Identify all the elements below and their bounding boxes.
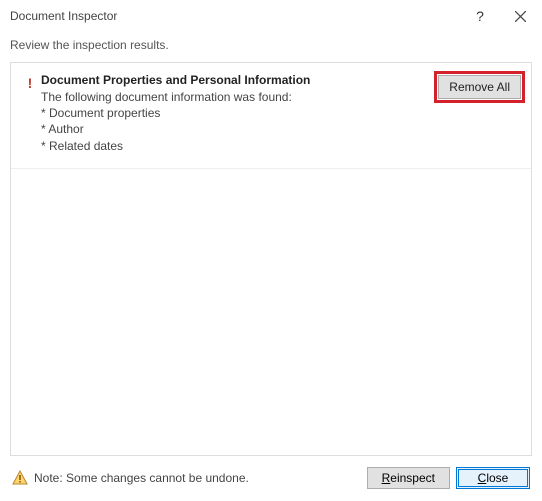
close-button[interactable]: Close [456,467,530,489]
help-icon: ? [476,8,484,24]
titlebar: Document Inspector ? [0,0,542,32]
remove-all-button[interactable]: Remove All [438,75,521,99]
result-item: * Related dates [41,138,430,154]
window-title: Document Inspector [10,9,460,23]
footer-note: Note: Some changes cannot be undone. [34,471,361,485]
result-intro: The following document information was f… [41,89,430,105]
warning-icon [12,470,28,486]
reinspect-button[interactable]: Reinspect [367,467,450,489]
result-item: * Author [41,121,430,137]
footer: Note: Some changes cannot be undone. Rei… [0,457,542,501]
result-text: Document Properties and Personal Informa… [41,73,438,154]
close-window-button[interactable] [500,2,540,30]
alert-icon: ! [28,75,33,154]
result-status-icon-col: ! [19,73,41,154]
subheading: Review the inspection results. [0,32,542,62]
result-item: * Document properties [41,105,430,121]
close-icon [515,11,526,22]
reinspect-label: einspect [390,471,435,485]
results-panel: ! Document Properties and Personal Infor… [10,62,532,456]
result-row: ! Document Properties and Personal Infor… [11,63,531,169]
result-heading: Document Properties and Personal Informa… [41,73,430,87]
help-button[interactable]: ? [460,2,500,30]
